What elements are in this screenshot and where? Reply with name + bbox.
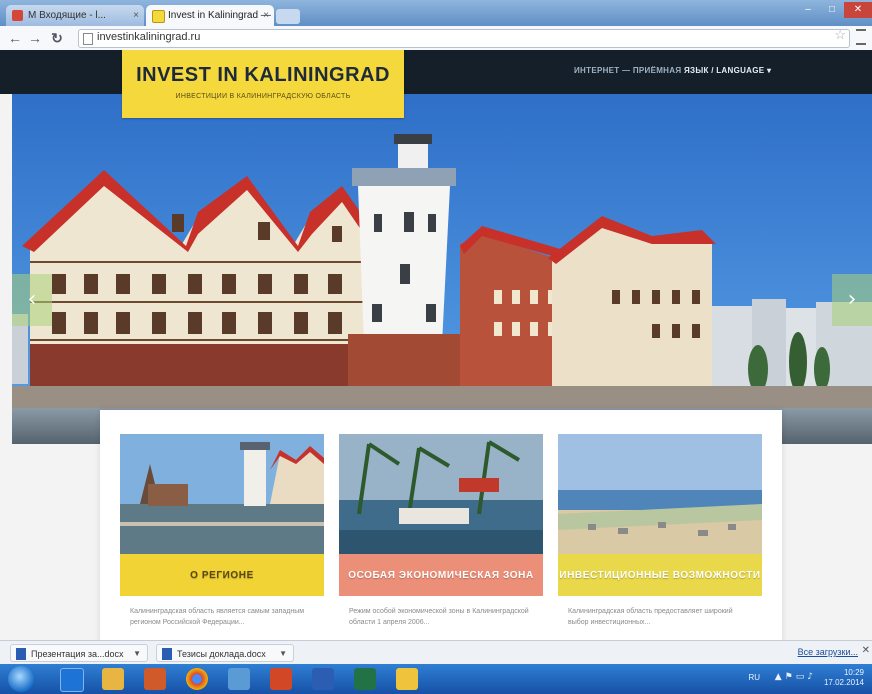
site-favicon-icon bbox=[152, 10, 165, 23]
new-tab-button[interactable] bbox=[276, 9, 300, 24]
download-filename: Презентация за...docx bbox=[31, 649, 124, 659]
start-button[interactable] bbox=[8, 666, 34, 692]
tab-invest-kaliningrad[interactable]: Invest in Kaliningrad — In... × bbox=[146, 5, 274, 26]
browser-toolbar: ← → ↻ investinkaliningrad.ru bbox=[0, 26, 872, 51]
tray-icons[interactable]: ▲⚑▭♪ bbox=[775, 672, 816, 682]
chevron-down-icon[interactable]: ▼ bbox=[279, 645, 287, 661]
excel-icon[interactable] bbox=[354, 668, 376, 690]
card-investment-title[interactable]: ИНВЕСТИЦИОННЫЕ ВОЗМОЖНОСТИ bbox=[558, 554, 762, 596]
back-arrow-icon[interactable]: ← bbox=[6, 29, 24, 47]
website-viewport: ИНТЕРНЕТ — ПРИЁМНАЯ ЯЗЫК / LANGUAGE ▾ ‹ … bbox=[0, 50, 872, 640]
chevron-down-icon[interactable]: ▼ bbox=[133, 645, 141, 661]
card-sez-text: Режим особой экономической зоны в Калини… bbox=[349, 608, 529, 626]
reload-icon[interactable]: ↻ bbox=[48, 29, 66, 47]
downloads-bar: Презентация за...docx ▼ Тезисы доклада.d… bbox=[0, 640, 872, 665]
file-explorer-icon[interactable] bbox=[102, 668, 124, 690]
download-item[interactable]: Презентация за...docx ▼ bbox=[10, 644, 148, 662]
close-icon[interactable]: × bbox=[133, 5, 139, 26]
powerpoint-icon[interactable] bbox=[270, 668, 292, 690]
hero-slider: ‹ › bbox=[12, 94, 872, 444]
chrome-icon[interactable] bbox=[186, 668, 208, 690]
minimize-button[interactable]: – bbox=[796, 2, 820, 18]
folder-icon[interactable] bbox=[396, 668, 418, 690]
slider-next-button[interactable]: › bbox=[832, 274, 872, 326]
mail-icon bbox=[12, 10, 23, 21]
clock-date: 17.02.2014 bbox=[823, 678, 864, 687]
slider-prev-button[interactable]: ‹ bbox=[12, 274, 52, 326]
logo-title: INVEST IN KALININGRAD bbox=[136, 64, 390, 86]
card-region[interactable]: О РЕГИОНЕ Калининградская область являет… bbox=[120, 434, 324, 640]
word-document-icon bbox=[16, 648, 26, 660]
bookmark-star-icon[interactable]: ☆ bbox=[834, 27, 846, 43]
close-window-button[interactable]: ✕ bbox=[844, 2, 872, 18]
forward-arrow-icon[interactable]: → bbox=[26, 29, 44, 47]
app-icon[interactable] bbox=[228, 668, 250, 690]
browser-menu-icon[interactable] bbox=[856, 29, 866, 45]
feature-cards: О РЕГИОНЕ Калининградская область являет… bbox=[100, 410, 782, 640]
card-sez-image bbox=[339, 434, 543, 554]
clock-time: 10:29 bbox=[843, 668, 864, 677]
card-region-text: Калининградская область является самым з… bbox=[130, 608, 305, 626]
card-investment-image bbox=[558, 434, 762, 554]
card-sez-title[interactable]: ОСОБАЯ ЭКОНОМИЧЕСКАЯ ЗОНА bbox=[339, 554, 543, 596]
word-document-icon bbox=[162, 648, 172, 660]
show-all-downloads-link[interactable]: Все загрузки... bbox=[798, 647, 858, 657]
card-special-economic-zone[interactable]: ОСОБАЯ ЭКОНОМИЧЕСКАЯ ЗОНА Режим особой э… bbox=[339, 434, 543, 640]
word-icon[interactable] bbox=[312, 668, 334, 690]
close-downloads-bar-button[interactable]: ✕ bbox=[862, 645, 870, 656]
tab-label: Invest in Kaliningrad — In... bbox=[168, 10, 274, 21]
card-region-image bbox=[120, 434, 324, 554]
site-logo[interactable]: INVEST IN KALININGRAD ИНВЕСТИЦИИ В КАЛИН… bbox=[122, 50, 404, 118]
card-region-title[interactable]: О РЕГИОНЕ bbox=[120, 554, 324, 596]
card-investment-opportunities[interactable]: ИНВЕСТИЦИОННЫЕ ВОЗМОЖНОСТИ Калининградск… bbox=[558, 434, 762, 640]
clock[interactable]: 10:29 17.02.2014 bbox=[824, 668, 864, 688]
nav-reception-link[interactable]: ИНТЕРНЕТ — ПРИЁМНАЯ bbox=[574, 66, 681, 75]
windows-taskbar: RU ▲⚑▭♪ 10:29 17.02.2014 bbox=[0, 664, 872, 694]
input-language-indicator[interactable]: RU bbox=[748, 673, 760, 682]
tab-label: M Входящие - l... bbox=[28, 10, 106, 21]
download-filename: Тезисы доклада.docx bbox=[177, 649, 266, 659]
logo-subtitle: ИНВЕСТИЦИИ В КАЛИНИНГРАДСКУЮ ОБЛАСТЬ bbox=[175, 93, 351, 100]
download-item[interactable]: Тезисы доклада.docx ▼ bbox=[156, 644, 294, 662]
media-player-icon[interactable] bbox=[144, 668, 166, 690]
address-url: investinkaliningrad.ru bbox=[97, 31, 201, 43]
page-icon bbox=[83, 33, 93, 45]
ie-icon[interactable] bbox=[60, 668, 84, 692]
hero-photo bbox=[12, 94, 872, 444]
card-investment-text: Калининградская область предоставляет ши… bbox=[568, 608, 733, 626]
close-icon[interactable]: × bbox=[263, 5, 269, 26]
browser-tabstrip: M Входящие - l... × Invest in Kaliningra… bbox=[0, 0, 872, 26]
tab-inbox[interactable]: M Входящие - l... × bbox=[6, 5, 144, 26]
address-bar[interactable]: investinkaliningrad.ru bbox=[78, 29, 850, 48]
maximize-button[interactable]: □ bbox=[820, 2, 844, 18]
language-menu[interactable]: ЯЗЫК / LANGUAGE ▾ bbox=[684, 66, 771, 75]
